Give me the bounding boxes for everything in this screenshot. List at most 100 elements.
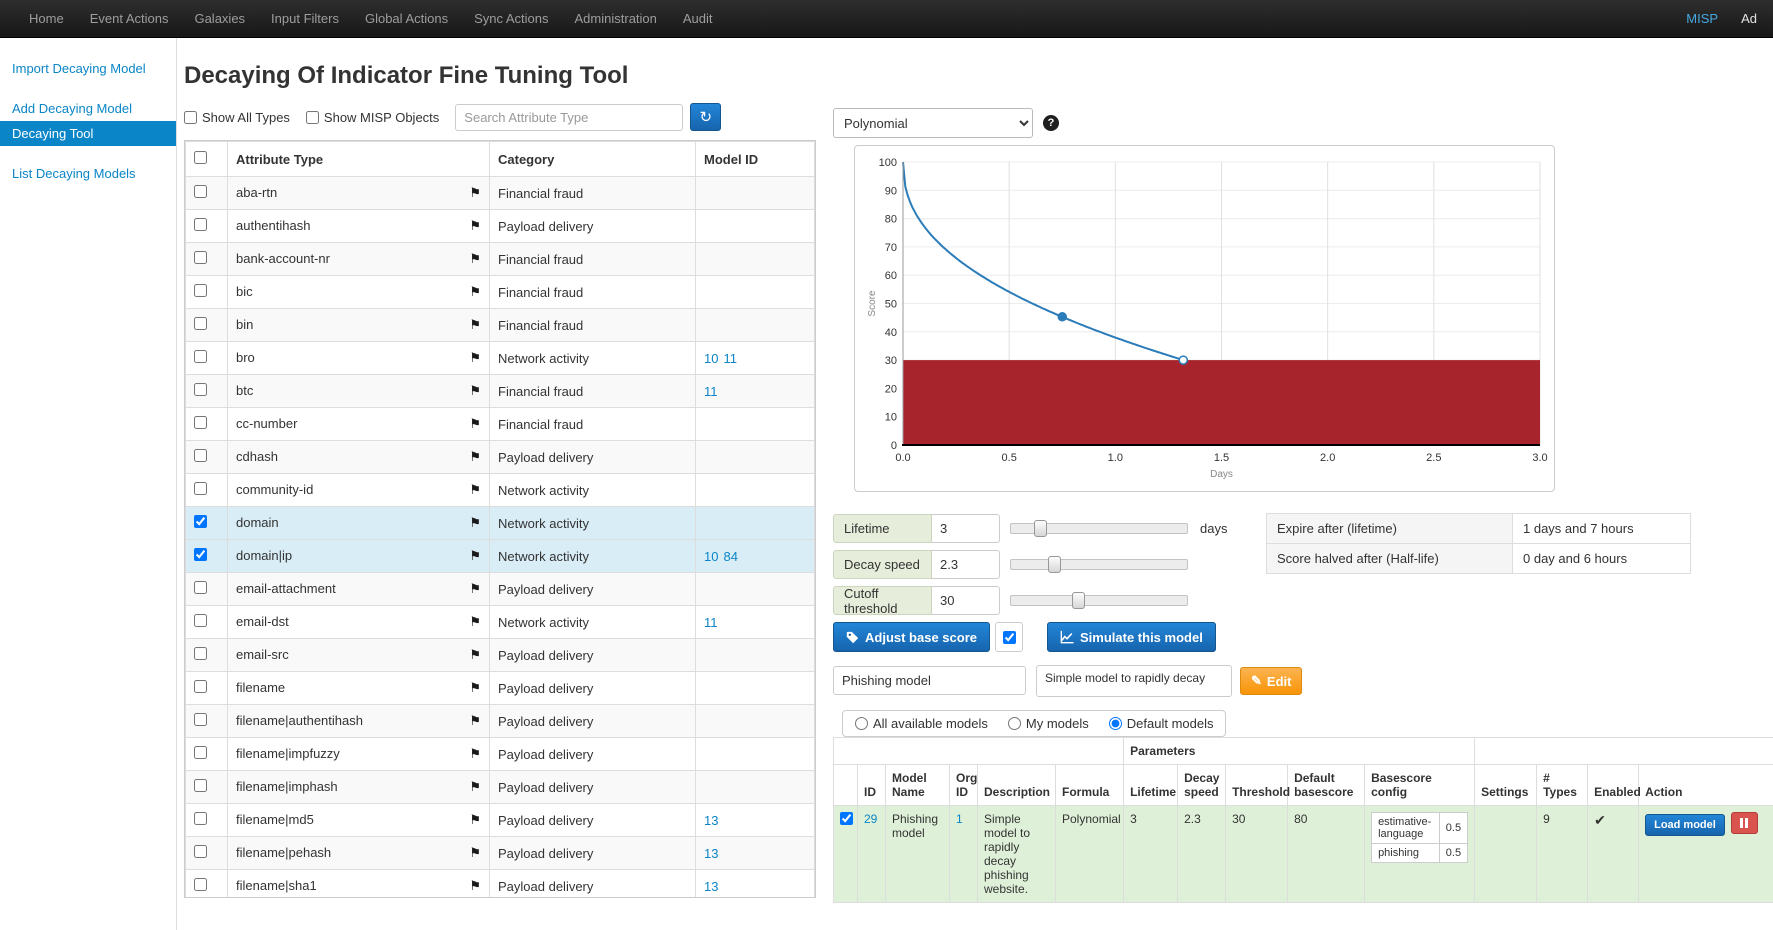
- row-checkbox[interactable]: [194, 350, 207, 363]
- row-checkbox[interactable]: [194, 680, 207, 693]
- pause-model-button[interactable]: [1731, 812, 1758, 834]
- nav-right-text[interactable]: Ad: [1731, 11, 1757, 26]
- org-id-link[interactable]: 1: [956, 812, 963, 826]
- flag-icon[interactable]: ⚑: [469, 416, 481, 432]
- row-checkbox[interactable]: [194, 746, 207, 759]
- flag-icon[interactable]: ⚑: [469, 680, 481, 696]
- row-checkbox[interactable]: [194, 482, 207, 495]
- sidebar-item-decaying-tool[interactable]: Decaying Tool: [0, 121, 176, 146]
- flag-icon[interactable]: ⚑: [469, 185, 481, 201]
- row-checkbox[interactable]: [194, 416, 207, 429]
- row-checkbox[interactable]: [194, 185, 207, 198]
- model-id-link[interactable]: 13: [704, 813, 718, 828]
- formula-select[interactable]: Polynomial: [833, 108, 1033, 138]
- model-id-link[interactable]: 11: [723, 351, 737, 366]
- simulate-model-button[interactable]: Simulate this model: [1047, 622, 1216, 652]
- flag-icon[interactable]: ⚑: [469, 878, 481, 894]
- flag-icon[interactable]: ⚑: [469, 449, 481, 465]
- row-checkbox[interactable]: [194, 284, 207, 297]
- flag-icon[interactable]: ⚑: [469, 812, 481, 828]
- flag-icon[interactable]: ⚑: [469, 218, 481, 234]
- model-id-link[interactable]: 13: [704, 879, 718, 894]
- model-id-link[interactable]: 11: [704, 384, 718, 399]
- flag-icon[interactable]: ⚑: [469, 383, 481, 399]
- adjust-base-score-checkbox[interactable]: [1003, 631, 1016, 644]
- model-id-link[interactable]: 10: [704, 351, 718, 366]
- radio-all-available-models[interactable]: All available models: [855, 716, 988, 731]
- model-id-link[interactable]: 11: [704, 615, 718, 630]
- nav-item-global-actions[interactable]: Global Actions: [352, 11, 461, 26]
- adjust-base-score-toggle[interactable]: [995, 622, 1023, 652]
- show-all-types-checkbox[interactable]: [184, 111, 197, 124]
- model-id-link[interactable]: 13: [704, 846, 718, 861]
- row-checkbox[interactable]: [194, 548, 207, 561]
- show-all-types-option[interactable]: Show All Types: [184, 110, 290, 125]
- row-checkbox[interactable]: [194, 845, 207, 858]
- row-checkbox[interactable]: [194, 317, 207, 330]
- flag-icon[interactable]: ⚑: [469, 350, 481, 366]
- flag-icon[interactable]: ⚑: [469, 713, 481, 729]
- radio-input-all-available-models[interactable]: [855, 717, 868, 730]
- flag-icon[interactable]: ⚑: [469, 548, 481, 564]
- radio-input-my-models[interactable]: [1008, 717, 1021, 730]
- flag-icon[interactable]: ⚑: [469, 614, 481, 630]
- row-checkbox[interactable]: [194, 383, 207, 396]
- sidebar-item-add-decaying-model[interactable]: Add Decaying Model: [0, 96, 176, 121]
- row-checkbox[interactable]: [194, 878, 207, 891]
- row-checkbox[interactable]: [194, 779, 207, 792]
- select-all-checkbox[interactable]: [194, 151, 207, 164]
- model-row-checkbox[interactable]: [840, 812, 853, 825]
- row-checkbox[interactable]: [194, 218, 207, 231]
- flag-icon[interactable]: ⚑: [469, 647, 481, 663]
- search-attribute-type-input[interactable]: [455, 104, 683, 131]
- misp-brand[interactable]: MISP: [1673, 11, 1731, 26]
- nav-item-home[interactable]: Home: [16, 11, 77, 26]
- row-checkbox[interactable]: [194, 251, 207, 264]
- cutoff-threshold-input[interactable]: [932, 586, 1000, 615]
- refresh-button[interactable]: ↻: [690, 103, 721, 131]
- model-name-input[interactable]: [833, 666, 1026, 695]
- sidebar-item-import-decaying-model[interactable]: Import Decaying Model: [0, 56, 176, 81]
- flag-icon[interactable]: ⚑: [469, 482, 481, 498]
- radio-default-models[interactable]: Default models: [1109, 716, 1214, 731]
- decay-speed-input[interactable]: [932, 550, 1000, 579]
- flag-icon[interactable]: ⚑: [469, 746, 481, 762]
- load-model-button[interactable]: Load model: [1645, 814, 1725, 836]
- model-id-link[interactable]: 84: [723, 549, 737, 564]
- row-checkbox[interactable]: [194, 581, 207, 594]
- row-checkbox[interactable]: [194, 647, 207, 660]
- show-misp-objects-option[interactable]: Show MISP Objects: [306, 110, 439, 125]
- lifetime-slider[interactable]: [1010, 520, 1188, 537]
- row-checkbox[interactable]: [194, 515, 207, 528]
- edit-model-button[interactable]: ✎ Edit: [1240, 667, 1302, 695]
- radio-my-models[interactable]: My models: [1008, 716, 1089, 731]
- adjust-base-score-button[interactable]: Adjust base score: [833, 622, 990, 652]
- model-id-link[interactable]: 29: [864, 812, 877, 826]
- nav-item-sync-actions[interactable]: Sync Actions: [461, 11, 561, 26]
- row-checkbox[interactable]: [194, 713, 207, 726]
- row-checkbox[interactable]: [194, 812, 207, 825]
- nav-item-galaxies[interactable]: Galaxies: [181, 11, 258, 26]
- radio-input-default-models[interactable]: [1109, 717, 1122, 730]
- flag-icon[interactable]: ⚑: [469, 251, 481, 267]
- flag-icon[interactable]: ⚑: [469, 779, 481, 795]
- sidebar-item-list-decaying-models[interactable]: List Decaying Models: [0, 161, 176, 186]
- model-description-textarea[interactable]: Simple model to rapidly decay: [1036, 665, 1232, 697]
- flag-icon[interactable]: ⚑: [469, 581, 481, 597]
- decay-speed-slider[interactable]: [1010, 556, 1188, 573]
- model-id-link[interactable]: 10: [704, 549, 718, 564]
- flag-icon[interactable]: ⚑: [469, 515, 481, 531]
- attribute-table-scroll[interactable]: Attribute Type Category Model ID ⚑aba-rt…: [184, 140, 816, 898]
- show-misp-objects-checkbox[interactable]: [306, 111, 319, 124]
- help-icon[interactable]: ?: [1043, 115, 1059, 131]
- lifetime-input[interactable]: [932, 514, 1000, 543]
- cutoff-threshold-slider[interactable]: [1010, 592, 1188, 609]
- row-checkbox[interactable]: [194, 449, 207, 462]
- flag-icon[interactable]: ⚑: [469, 284, 481, 300]
- nav-item-event-actions[interactable]: Event Actions: [77, 11, 182, 26]
- flag-icon[interactable]: ⚑: [469, 317, 481, 333]
- row-checkbox[interactable]: [194, 614, 207, 627]
- nav-item-administration[interactable]: Administration: [562, 11, 670, 26]
- nav-item-input-filters[interactable]: Input Filters: [258, 11, 352, 26]
- flag-icon[interactable]: ⚑: [469, 845, 481, 861]
